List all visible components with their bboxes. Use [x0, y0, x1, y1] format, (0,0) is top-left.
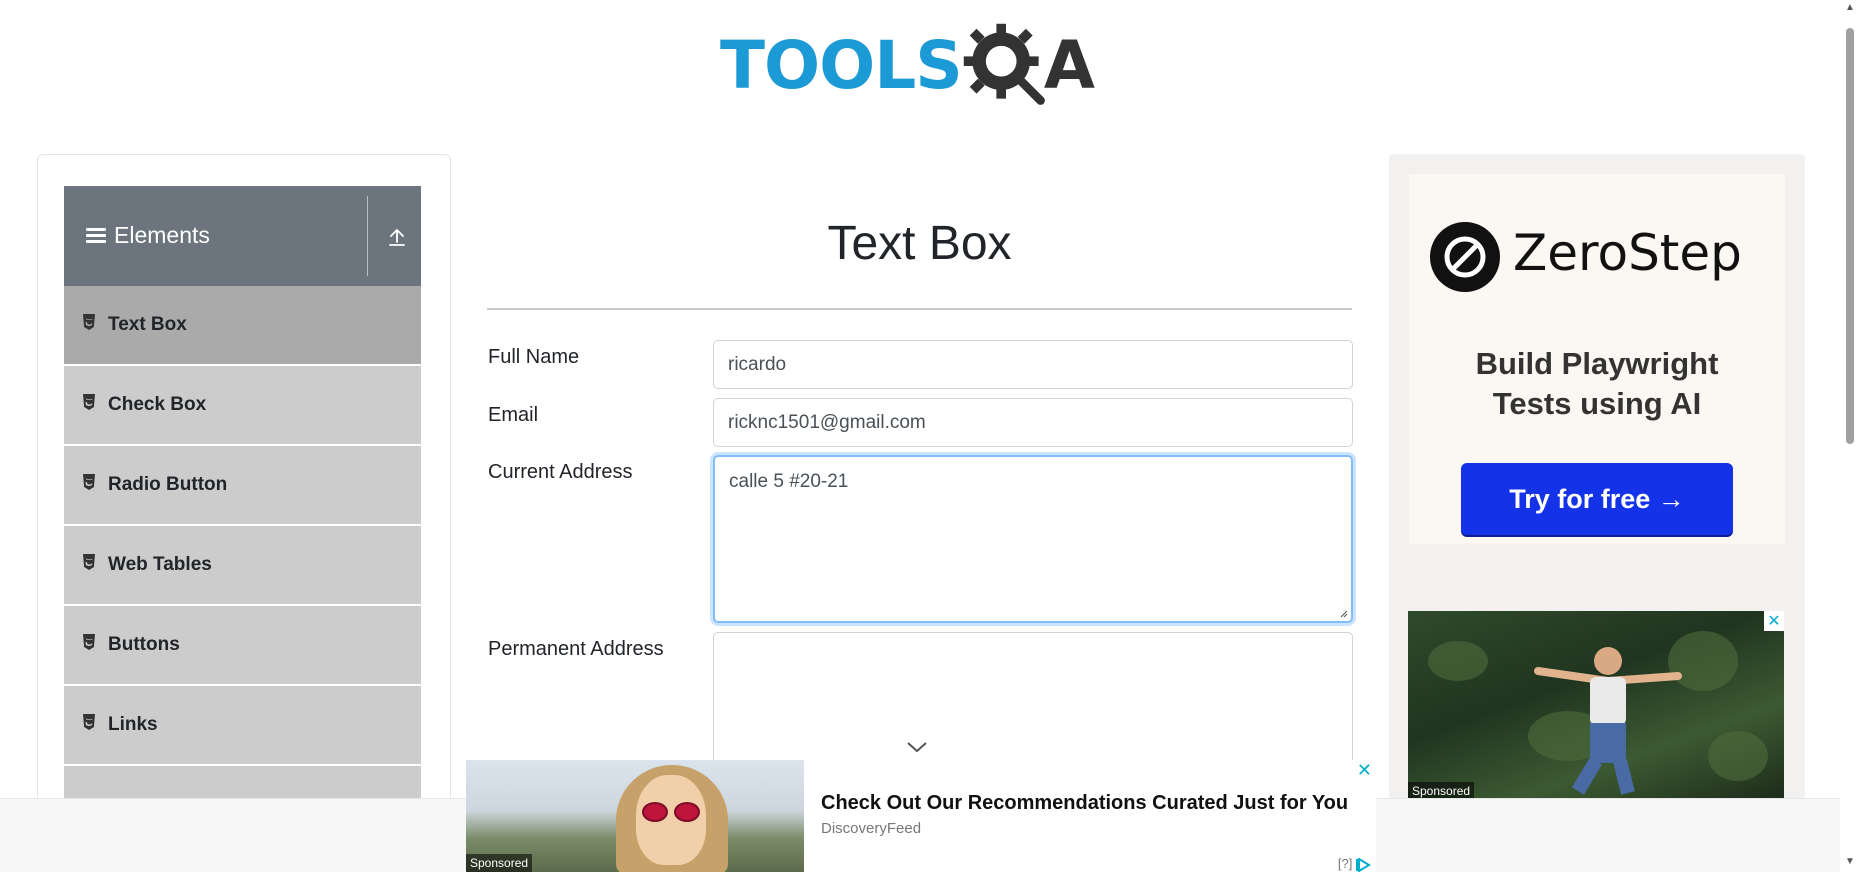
zerostep-tagline-line-1: Build Playwright — [1475, 346, 1719, 381]
sidebar-item-links[interactable]: Links — [64, 686, 421, 766]
full-name-input[interactable]: ricardo — [713, 340, 1353, 389]
toolsqa-logo[interactable]: TOOLS A — [720, 18, 1125, 114]
chevron-down-icon[interactable] — [906, 740, 928, 754]
page: TOOLS A Elements Text Box Check Box Radi… — [0, 0, 1860, 872]
logo-text-a: A — [1043, 27, 1095, 104]
logo-text: TOOLS — [720, 27, 963, 104]
zerostep-ad-card[interactable]: ZeroStep Build Playwright Tests using AI… — [1409, 174, 1785, 544]
full-name-label: Full Name — [488, 346, 580, 368]
zerostep-brand-name: ZeroStep — [1513, 224, 1742, 282]
try-for-free-button[interactable]: Try for free → — [1461, 463, 1733, 535]
sidebar-item-label: Radio Button — [108, 474, 228, 495]
zerostep-logo-icon — [1430, 222, 1500, 292]
sidebar-item-label: Links — [108, 714, 158, 735]
email-value: ricknc1501@gmail.com — [728, 411, 926, 433]
scroll-thumb[interactable] — [1846, 28, 1854, 444]
html5-icon — [83, 554, 95, 570]
html5-icon — [83, 714, 95, 730]
bottom-ad[interactable]: Sponsored Check Out Our Recommendations … — [466, 760, 1376, 872]
ad-close-icon[interactable]: ✕ — [1764, 611, 1784, 631]
html5-icon — [83, 394, 95, 410]
ad-thumbnail[interactable]: Sponsored — [466, 760, 804, 872]
sidebar-item-buttons[interactable]: Buttons — [64, 606, 421, 686]
scroll-down-icon[interactable]: ▼ — [1845, 857, 1855, 867]
sidebar-menu: Text Box Check Box Radio Button Web Tabl… — [64, 286, 421, 846]
permanent-address-textarea[interactable] — [713, 632, 1353, 772]
title-divider — [487, 308, 1352, 310]
sponsored-label: Sponsored — [466, 854, 533, 872]
scroll-up-icon[interactable]: ▲ — [1845, 3, 1855, 13]
resize-grip-icon[interactable] — [1338, 608, 1348, 618]
group-title: Elements — [114, 222, 210, 248]
email-label: Email — [488, 404, 539, 426]
gear-magnifier-icon — [963, 23, 1045, 105]
page-scrollbar[interactable]: ▲ ▼ — [1840, 0, 1860, 872]
full-name-value: ricardo — [728, 353, 787, 375]
header-divider — [367, 196, 368, 276]
current-address-textarea[interactable]: calle 5 #20-21 — [713, 455, 1353, 623]
hamburger-icon — [86, 228, 106, 244]
html5-icon — [83, 474, 95, 490]
sidebar-item-label: Text Box — [108, 314, 187, 335]
sidebar-item-web-tables[interactable]: Web Tables — [64, 526, 421, 606]
page-title: Text Box — [827, 217, 1012, 270]
ad-source[interactable]: DiscoveryFeed — [821, 820, 921, 837]
email-input[interactable]: ricknc1501@gmail.com — [713, 398, 1353, 447]
sidebar-item-radio-button[interactable]: Radio Button — [64, 446, 421, 526]
sidebar-item-text-box[interactable]: Text Box — [64, 286, 421, 366]
adchoices-text: [?] — [1337, 856, 1353, 872]
sidebar-item-label: Web Tables — [108, 554, 212, 575]
permanent-address-label: Permanent Address — [488, 638, 664, 660]
current-address-value: calle 5 #20-21 — [729, 471, 849, 492]
ad-headline[interactable]: Check Out Our Recommendations Curated Ju… — [821, 792, 1348, 815]
adchoices-icon[interactable]: [?] — [1338, 856, 1372, 872]
zerostep-tagline: Build Playwright Tests using AI — [1409, 344, 1785, 424]
ad-close-icon[interactable]: ✕ — [1357, 760, 1372, 781]
sidebar-item-check-box[interactable]: Check Box — [64, 366, 421, 446]
html5-icon — [83, 314, 95, 330]
zerostep-tagline-line-2: Tests using AI — [1492, 386, 1702, 421]
html5-icon — [83, 634, 95, 650]
right-ad[interactable]: ZeroStep Build Playwright Tests using AI… — [1389, 154, 1805, 800]
sidebar-item-label: Buttons — [108, 634, 180, 655]
ad-photo[interactable]: ✕ Sponsored — [1408, 611, 1784, 800]
current-address-label: Current Address — [488, 461, 633, 483]
jumping-man-figure — [1534, 647, 1682, 795]
collapse-up-icon[interactable] — [386, 226, 408, 248]
elements-group-header[interactable]: Elements — [64, 186, 421, 286]
sidebar-item-label: Check Box — [108, 394, 207, 415]
